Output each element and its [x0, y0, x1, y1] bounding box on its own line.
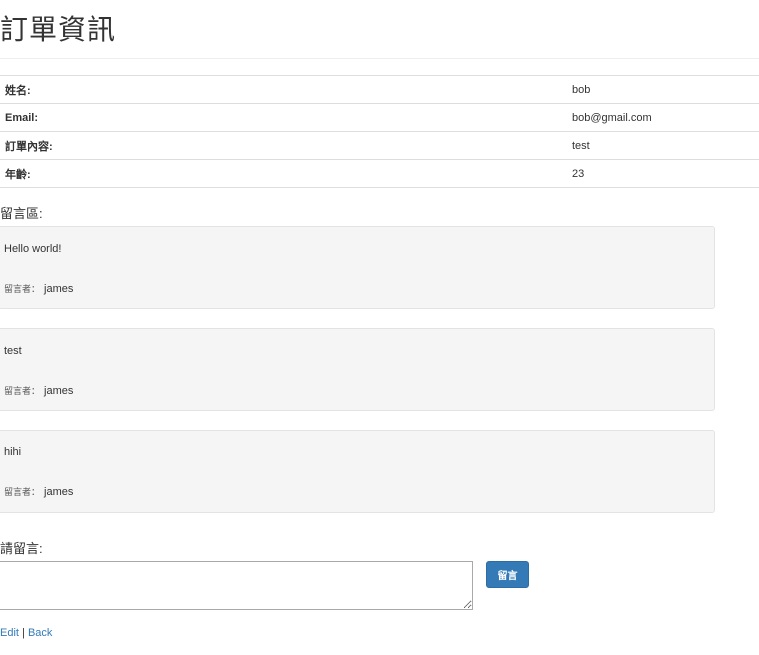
- comment-form-heading: 請留言:: [0, 541, 43, 556]
- order-content-label: 訂單內容:: [0, 131, 567, 160]
- title-divider: [0, 58, 759, 59]
- table-row: 年齡: 23: [0, 159, 759, 188]
- email-value: bob@gmail.com: [567, 103, 759, 132]
- footer-links: Edit | Back: [0, 627, 52, 639]
- comment-text: hihi: [4, 446, 22, 458]
- table-row: 姓名: bob: [0, 75, 759, 104]
- author-label: 留言者：: [4, 487, 41, 497]
- name-label: 姓名:: [0, 75, 567, 104]
- comment-text: Hello world!: [4, 243, 62, 255]
- age-label: 年齡:: [0, 159, 567, 188]
- author-label: 留言者：: [4, 284, 41, 294]
- comment-card: test 留言者： james: [0, 328, 715, 411]
- order-info-table: 姓名: bob Email: bob@gmail.com 訂單內容: test …: [0, 75, 759, 188]
- link-separator: |: [22, 627, 25, 639]
- comment-text: test: [4, 345, 22, 357]
- comment-author: 留言者： james: [4, 384, 73, 397]
- comment-card: hihi 留言者： james: [0, 430, 715, 513]
- author-name: james: [44, 385, 74, 397]
- comment-card: Hello world! 留言者： james: [0, 226, 715, 309]
- submit-comment-button[interactable]: 留言: [486, 561, 529, 588]
- author-name: james: [44, 283, 74, 295]
- table-row: 訂單內容: test: [0, 131, 759, 160]
- comments-heading: 留言區:: [0, 206, 43, 221]
- back-link[interactable]: Back: [28, 627, 52, 639]
- comment-author: 留言者： james: [4, 485, 73, 498]
- table-row: Email: bob@gmail.com: [0, 103, 759, 132]
- author-name: james: [44, 486, 74, 498]
- email-label: Email:: [0, 103, 567, 132]
- comment-author: 留言者： james: [4, 282, 73, 295]
- author-label: 留言者：: [4, 386, 41, 396]
- name-value: bob: [567, 75, 759, 104]
- order-content-value: test: [567, 131, 759, 160]
- age-value: 23: [567, 159, 759, 188]
- page-title: 訂單資訊: [0, 13, 117, 46]
- edit-link[interactable]: Edit: [0, 627, 19, 639]
- comment-input[interactable]: [0, 561, 473, 610]
